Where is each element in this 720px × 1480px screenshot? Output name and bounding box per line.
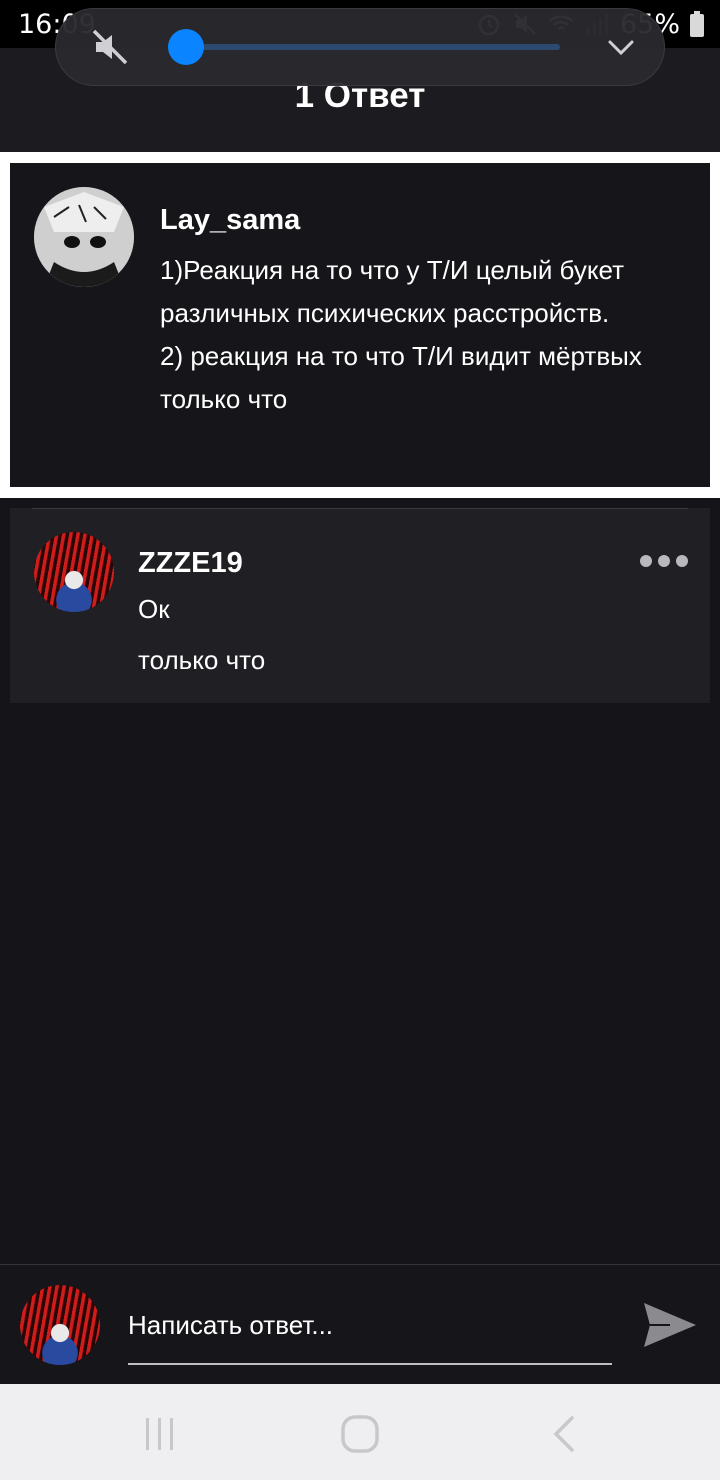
system-nav-bar (0, 1384, 720, 1480)
avatar (20, 1285, 100, 1365)
reply-composer (0, 1264, 720, 1384)
more-dot (640, 555, 652, 567)
divider (32, 508, 688, 509)
avatar[interactable] (34, 187, 134, 287)
reply-item: ZZZE19 Ок только что (10, 508, 710, 703)
volume-thumb[interactable] (167, 29, 204, 65)
home-icon[interactable] (340, 1414, 380, 1454)
reply-author[interactable]: ZZZE19 (138, 546, 265, 580)
comment-text: 1)Реакция на то что у Т/И целый букет ра… (160, 255, 642, 371)
parent-comment: Lay_sama 1)Реакция на то что у Т/И целый… (10, 163, 710, 487)
battery-icon (690, 11, 704, 37)
avatar[interactable] (34, 532, 114, 612)
comment-author[interactable]: Lay_sama (160, 203, 680, 237)
reply-text: Ок (138, 594, 170, 624)
volume-mute-icon[interactable] (90, 27, 130, 67)
reply-input[interactable] (128, 1295, 612, 1365)
chevron-down-icon[interactable] (606, 32, 636, 62)
manga-avatar-image (34, 187, 134, 287)
volume-slider[interactable] (167, 29, 560, 65)
more-dot (658, 555, 670, 567)
comment-body: Lay_sama 1)Реакция на то что у Т/И целый… (160, 203, 680, 487)
comment-timestamp: только что (160, 384, 288, 414)
more-dots-icon[interactable] (640, 555, 688, 567)
send-icon[interactable] (640, 1295, 700, 1355)
back-icon[interactable] (544, 1414, 584, 1454)
reply-body: ZZZE19 Ок только что (138, 546, 265, 682)
reply-timestamp: только что (138, 645, 266, 675)
recents-icon[interactable] (140, 1414, 180, 1454)
volume-panel (55, 8, 665, 86)
more-dot (676, 555, 688, 567)
